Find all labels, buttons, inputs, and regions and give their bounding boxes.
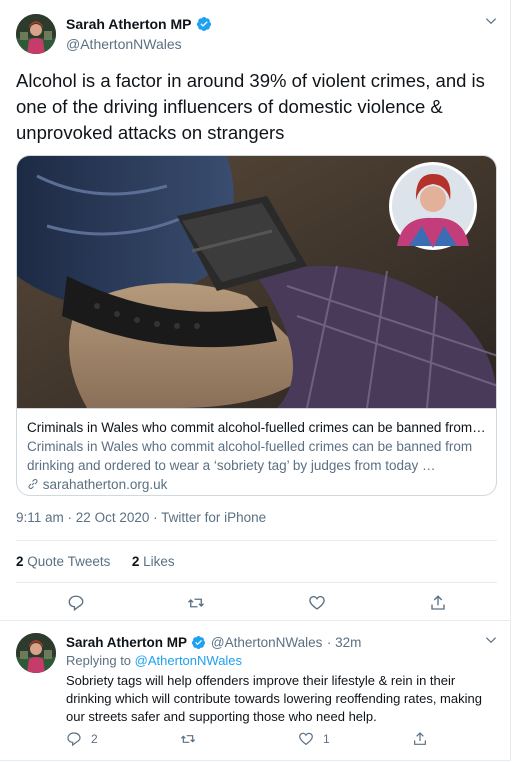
- tweet-source[interactable]: Twitter for iPhone: [161, 510, 266, 525]
- meta-separator: ·: [153, 510, 162, 525]
- reply-author-name[interactable]: Sarah Atherton MP: [66, 635, 187, 650]
- author-handle[interactable]: @AthertonNWales: [66, 36, 182, 52]
- card-body[interactable]: Criminals in Wales who commit alcohol-fu…: [17, 408, 496, 495]
- card-domain-row[interactable]: sarahatherton.org.uk: [27, 475, 488, 494]
- tweet-stats: 2 Quote Tweets 2 Likes: [16, 554, 175, 569]
- reply-age[interactable]: 32m: [335, 635, 361, 650]
- like-count: 1: [323, 732, 330, 746]
- card-title[interactable]: Criminals in Wales who commit alcohol-fu…: [27, 418, 488, 437]
- tweet-text: Alcohol is a factor in around 39% of vio…: [16, 70, 485, 143]
- tweet-meta: 9:11 am · 22 Oct 2020 · Twitter for iPho…: [16, 510, 266, 525]
- share-button[interactable]: [429, 594, 447, 612]
- reply-count: 2: [91, 732, 98, 746]
- tweet-time[interactable]: 9:11 am: [16, 510, 64, 525]
- link-card[interactable]: Criminals in Wales who commit alcohol-fu…: [16, 155, 497, 496]
- heart-icon: [299, 732, 313, 746]
- share-button[interactable]: [412, 731, 428, 747]
- link-icon: [28, 479, 38, 489]
- share-icon: [431, 595, 445, 610]
- reply-author-handle[interactable]: @AthertonNWales: [211, 635, 323, 650]
- card-image[interactable]: [17, 156, 496, 408]
- reply-icon: [67, 732, 81, 747]
- retweet-icon: [180, 735, 196, 743]
- reply-text: Sobriety tags will help offenders improv…: [66, 673, 482, 724]
- chevron-down-icon[interactable]: [484, 14, 498, 33]
- meta-separator: ·: [67, 510, 76, 525]
- card-domain[interactable]: sarahatherton.org.uk: [43, 477, 168, 492]
- quote-tweets-stat[interactable]: 2 Quote Tweets: [16, 554, 110, 569]
- share-icon: [414, 732, 426, 745]
- like-button[interactable]: 1: [298, 731, 330, 747]
- likes-stat[interactable]: 2 Likes: [132, 554, 175, 569]
- like-button[interactable]: [308, 594, 326, 612]
- tweet-date[interactable]: 22 Oct 2020: [76, 510, 150, 525]
- chevron-down-icon[interactable]: [484, 633, 498, 652]
- retweet-button[interactable]: [180, 731, 196, 747]
- retweet-icon: [188, 598, 204, 608]
- card-description: Criminals in Wales who commit alcohol-fu…: [27, 439, 473, 473]
- reply-header: Sarah Atherton MP @AthertonNWales · 32m: [66, 634, 361, 652]
- reply-icon: [68, 595, 84, 612]
- replying-to: Replying to @AthertonNWales: [66, 653, 242, 668]
- divider: [16, 540, 497, 541]
- verified-badge-icon: [196, 17, 211, 31]
- author-name[interactable]: Sarah Atherton MP: [66, 16, 192, 32]
- replying-prefix: Replying to: [66, 653, 132, 668]
- reply-author-avatar[interactable]: [16, 633, 56, 673]
- verified-badge-icon: [192, 635, 206, 650]
- retweet-button[interactable]: [187, 594, 205, 612]
- meta-separator: ·: [326, 635, 336, 650]
- reply-button[interactable]: 2: [66, 731, 98, 747]
- author-avatar[interactable]: [16, 14, 56, 54]
- author-name-row[interactable]: Sarah Atherton MP: [66, 16, 212, 34]
- reply-button[interactable]: [67, 594, 85, 612]
- divider: [0, 620, 511, 621]
- replying-to-link[interactable]: @AthertonNWales: [135, 653, 242, 668]
- heart-icon: [309, 595, 325, 610]
- divider: [16, 582, 497, 583]
